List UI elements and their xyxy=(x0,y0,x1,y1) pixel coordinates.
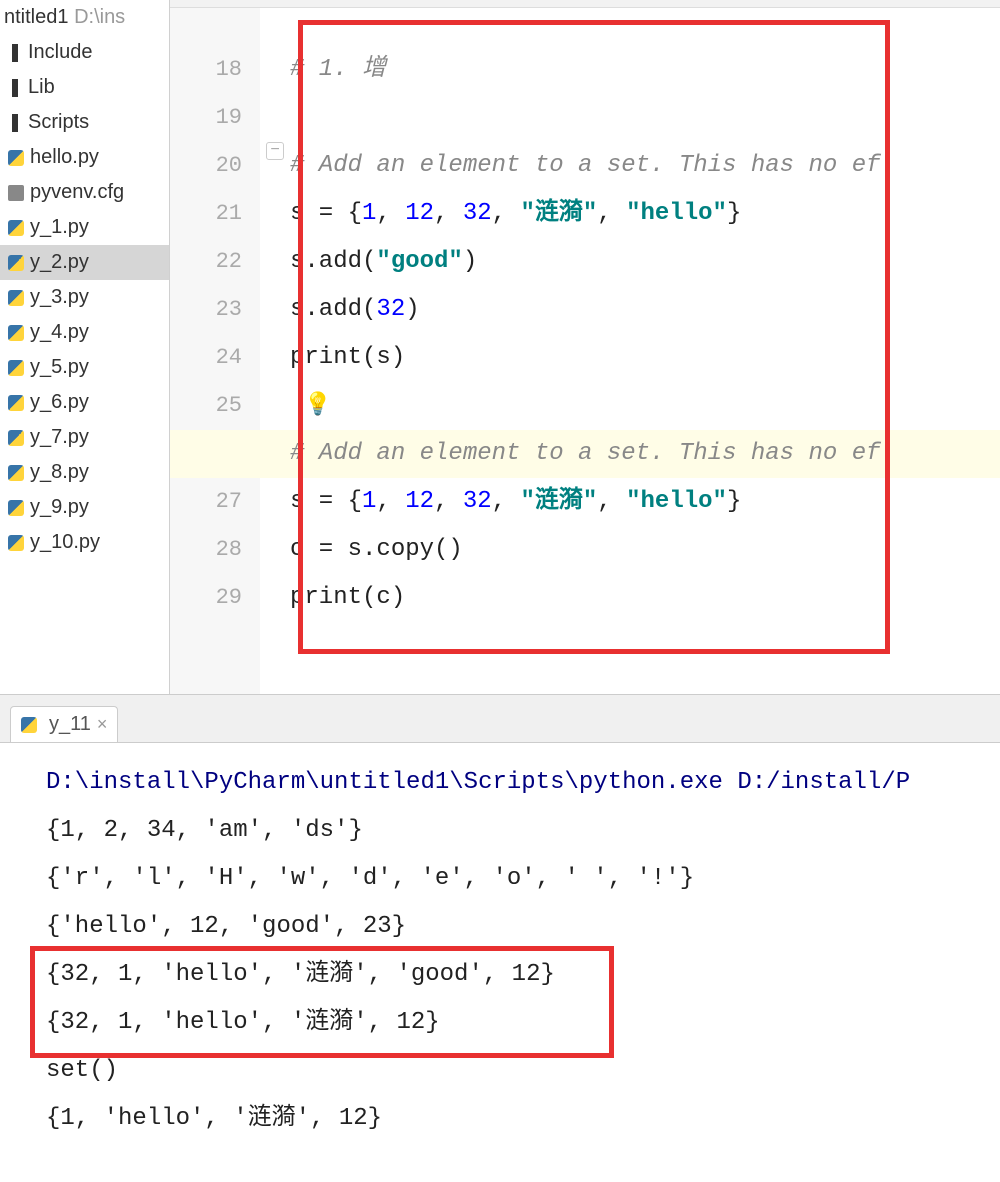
file-label: y_1.py xyxy=(30,216,89,239)
file-item[interactable]: y_6.py xyxy=(0,385,169,420)
file-item[interactable]: y_3.py xyxy=(0,280,169,315)
code-line[interactable]: s.add(32) xyxy=(290,286,1000,334)
editor-area: 181920212223242526272829 # 1. 增−# Add an… xyxy=(170,0,1000,694)
file-item[interactable]: y_2.py xyxy=(0,245,169,280)
folder-label: Lib xyxy=(28,76,55,99)
file-item[interactable]: y_4.py xyxy=(0,315,169,350)
file-label: y_3.py xyxy=(30,286,89,309)
tree: Include Lib Scripts hello.py pyvenv.cfg y_1.p… xyxy=(0,35,169,560)
output-tab[interactable]: y_11 × xyxy=(10,706,118,742)
line-number: 29 xyxy=(170,574,242,622)
code-line[interactable]: 💡 xyxy=(290,382,1000,430)
file-item[interactable]: y_10.py xyxy=(0,525,169,560)
code-line[interactable]: s.add("good") xyxy=(290,238,1000,286)
code-area[interactable]: # 1. 增 −# Add an element to a set. This h… xyxy=(260,8,1000,694)
fold-icon[interactable]: − xyxy=(266,142,284,160)
output-line: {32, 1, 'hello', '涟漪', 'good', 12} xyxy=(46,951,990,999)
file-item[interactable]: y_5.py xyxy=(0,350,169,385)
file-label: y_9.py xyxy=(30,496,89,519)
output-tab-label: y_11 xyxy=(49,713,91,736)
project-name: ntitled1 xyxy=(4,6,69,28)
output-line: {'r', 'l', 'H', 'w', 'd', 'e', 'o', ' ',… xyxy=(46,855,990,903)
code-line[interactable]: print(c) xyxy=(290,574,1000,622)
code-line[interactable]: print(s) xyxy=(290,334,1000,382)
python-icon xyxy=(8,430,24,446)
output-line: {32, 1, 'hello', '涟漪', 12} xyxy=(46,999,990,1047)
python-icon xyxy=(8,395,24,411)
output-line: {1, 2, 34, 'am', 'ds'} xyxy=(46,807,990,855)
folder-icon xyxy=(12,44,18,62)
python-icon xyxy=(8,535,24,551)
line-number: 21 xyxy=(170,190,242,238)
python-icon xyxy=(8,290,24,306)
file-label: y_4.py xyxy=(30,321,89,344)
file-label: y_5.py xyxy=(30,356,89,379)
file-label: y_10.py xyxy=(30,531,100,554)
project-sidebar: ntitled1 D:\ins Include Lib Scripts hello.p… xyxy=(0,0,170,694)
file-item[interactable]: y_9.py xyxy=(0,490,169,525)
python-icon xyxy=(8,150,24,166)
code-line[interactable]: c = s.copy() xyxy=(290,526,1000,574)
folder-item[interactable]: Scripts xyxy=(0,105,169,140)
file-label: hello.py xyxy=(30,146,99,169)
editor-tabs-bar[interactable] xyxy=(170,0,1000,8)
line-gutter: 181920212223242526272829 xyxy=(170,8,260,694)
file-label: y_7.py xyxy=(30,426,89,449)
file-item[interactable]: pyvenv.cfg xyxy=(0,175,169,210)
python-icon xyxy=(8,325,24,341)
folder-label: Scripts xyxy=(28,111,89,134)
top-area: ntitled1 D:\ins Include Lib Scripts hello.p… xyxy=(0,0,1000,695)
folder-label: Include xyxy=(28,41,93,64)
python-icon xyxy=(8,255,24,271)
output-line: {1, 'hello', '涟漪', 12} xyxy=(46,1095,990,1143)
config-icon xyxy=(8,185,24,201)
code-line[interactable]: s = {1, 12, 32, "涟漪", "hello"} xyxy=(290,478,1000,526)
python-icon xyxy=(8,220,24,236)
line-number: 23 xyxy=(170,286,242,334)
code-line[interactable]: # Add an element to a set. This has no e… xyxy=(170,430,1000,478)
output-content[interactable]: D:\install\PyCharm\untitled1\Scripts\pyt… xyxy=(0,743,1000,1159)
output-panel: y_11 × D:\install\PyCharm\untitled1\Scri… xyxy=(0,695,1000,1182)
line-number: 20 xyxy=(170,142,242,190)
output-path-line: D:\install\PyCharm\untitled1\Scripts\pyt… xyxy=(46,759,990,807)
file-item[interactable]: hello.py xyxy=(0,140,169,175)
folder-icon xyxy=(12,79,18,97)
folder-item[interactable]: Lib xyxy=(0,70,169,105)
line-number: 27 xyxy=(170,478,242,526)
line-number: 28 xyxy=(170,526,242,574)
project-header[interactable]: ntitled1 D:\ins xyxy=(0,0,169,35)
folder-item[interactable]: Include xyxy=(0,35,169,70)
file-label: y_2.py xyxy=(30,251,89,274)
output-line: set() xyxy=(46,1047,990,1095)
line-number: 19 xyxy=(170,94,242,142)
line-number: 25 xyxy=(170,382,242,430)
code-line[interactable]: −# Add an element to a set. This has no … xyxy=(290,142,1000,190)
close-icon[interactable]: × xyxy=(97,714,108,735)
file-item[interactable]: y_1.py xyxy=(0,210,169,245)
line-number: 24 xyxy=(170,334,242,382)
file-item[interactable]: y_8.py xyxy=(0,455,169,490)
code-line[interactable] xyxy=(290,94,1000,142)
python-icon xyxy=(8,360,24,376)
file-label: pyvenv.cfg xyxy=(30,181,124,204)
project-path: D:\ins xyxy=(74,6,125,28)
code-line[interactable]: # 1. 增 xyxy=(290,46,1000,94)
folder-icon xyxy=(12,114,18,132)
python-icon xyxy=(21,717,37,733)
output-tabs: y_11 × xyxy=(0,695,1000,743)
file-label: y_8.py xyxy=(30,461,89,484)
python-icon xyxy=(8,500,24,516)
file-label: y_6.py xyxy=(30,391,89,414)
python-icon xyxy=(8,465,24,481)
output-line: {'hello', 12, 'good', 23} xyxy=(46,903,990,951)
line-number: 22 xyxy=(170,238,242,286)
file-item[interactable]: y_7.py xyxy=(0,420,169,455)
line-number: 18 xyxy=(170,46,242,94)
code-line[interactable]: s = {1, 12, 32, "涟漪", "hello"} xyxy=(290,190,1000,238)
